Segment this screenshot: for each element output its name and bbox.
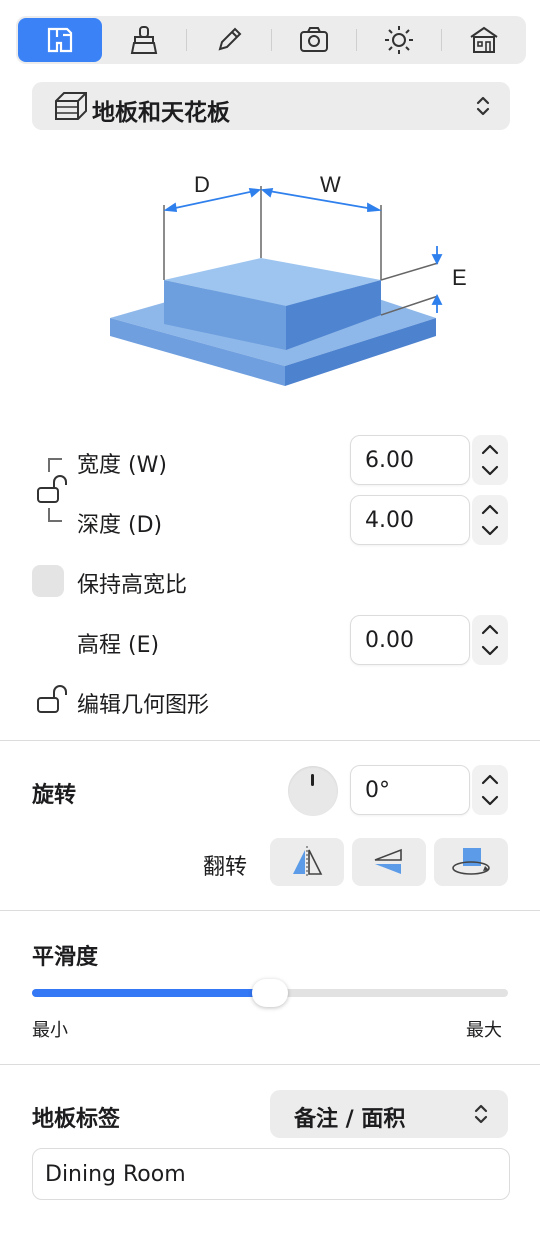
flip-label: 翻转 [203,855,248,880]
rotation-stepper[interactable] [472,765,508,815]
rotation-title: 旋转 [32,783,77,808]
tab-separator [441,29,442,51]
tab-separator [356,29,357,51]
floor-plan-icon [47,27,73,53]
up-down-chevron-icon [476,96,490,116]
width-value: 6.00 [365,448,414,473]
diagram-label-d: D [194,172,210,197]
up-down-chevron-icon [481,624,499,656]
pencil-icon [218,27,242,51]
rotation-value: 0° [365,778,390,803]
depth-field[interactable]: 4.00 [350,495,470,545]
floor-label-text: Dining Room [45,1162,186,1187]
elevation-value: 0.00 [365,628,414,653]
section-divider [0,740,540,741]
rotate-object-icon [452,848,490,875]
width-field[interactable]: 6.00 [350,435,470,485]
smoothness-max-label: 最大 [466,1020,502,1041]
tab-building[interactable] [444,20,524,60]
rotation-knob[interactable] [288,766,338,816]
flip-vertical-icon [374,848,402,874]
elevation-stepper[interactable] [472,615,508,665]
diagram-label-w: W [320,172,341,197]
category-label: 地板和天花板 [92,100,230,126]
rotation-field[interactable]: 0° [350,765,470,815]
tab-edit[interactable] [189,20,269,60]
smoothness-title: 平滑度 [32,945,99,970]
up-down-chevron-icon [481,774,499,806]
floor-label-dropdown[interactable]: 备注 / 面积 [270,1090,508,1138]
elevation-label: 高程 (E) [77,633,160,658]
unlock-icon[interactable] [36,474,70,506]
depth-value: 4.00 [365,508,414,533]
tab-camera[interactable] [274,20,354,60]
category-dropdown[interactable]: 地板和天花板 [32,82,510,130]
unlock-icon[interactable] [36,684,70,716]
section-divider [0,910,540,911]
up-down-chevron-icon [481,444,499,476]
smoothness-slider-thumb[interactable] [252,979,288,1007]
link-bracket-top [48,458,62,472]
width-label: 宽度 (W) [77,453,167,478]
width-stepper[interactable] [472,435,508,485]
floor-ceiling-icon [55,92,87,120]
up-down-chevron-icon [481,504,499,536]
brush-icon [130,26,158,54]
tab-separator [271,29,272,51]
smoothness-slider[interactable] [32,979,508,1007]
flip-rotate-button[interactable] [434,838,508,886]
diagram-label-e: E [452,265,467,290]
house-icon [470,26,498,53]
flip-vertical-button[interactable] [352,838,426,886]
up-down-chevron-icon [474,1104,488,1124]
edit-geometry-label[interactable]: 编辑几何图形 [77,687,209,719]
floor-label-title: 地板标签 [32,1107,121,1132]
smoothness-slider-fill [32,989,270,997]
tab-separator [186,29,187,51]
keep-ratio-checkbox[interactable] [32,565,64,597]
tab-materials[interactable] [104,20,184,60]
tab-lighting[interactable] [359,20,439,60]
smoothness-min-label: 最小 [32,1020,68,1041]
keep-ratio-label: 保持高宽比 [77,573,188,598]
flip-horizontal-icon [293,846,323,878]
floor-label-text-field[interactable]: Dining Room [32,1148,510,1200]
depth-stepper[interactable] [472,495,508,545]
elevation-field[interactable]: 0.00 [350,615,470,665]
flip-horizontal-button[interactable] [270,838,344,886]
floor-label-option: 备注 / 面积 [294,1107,406,1132]
tab-floor-plan[interactable] [18,18,102,62]
dimension-diagram: D W E [110,172,467,386]
tool-tab-bar [16,16,526,64]
link-bracket-bottom [48,508,62,522]
depth-label: 深度 (D) [77,513,163,538]
sun-icon [385,26,413,54]
section-divider [0,1064,540,1065]
camera-icon [300,27,328,52]
